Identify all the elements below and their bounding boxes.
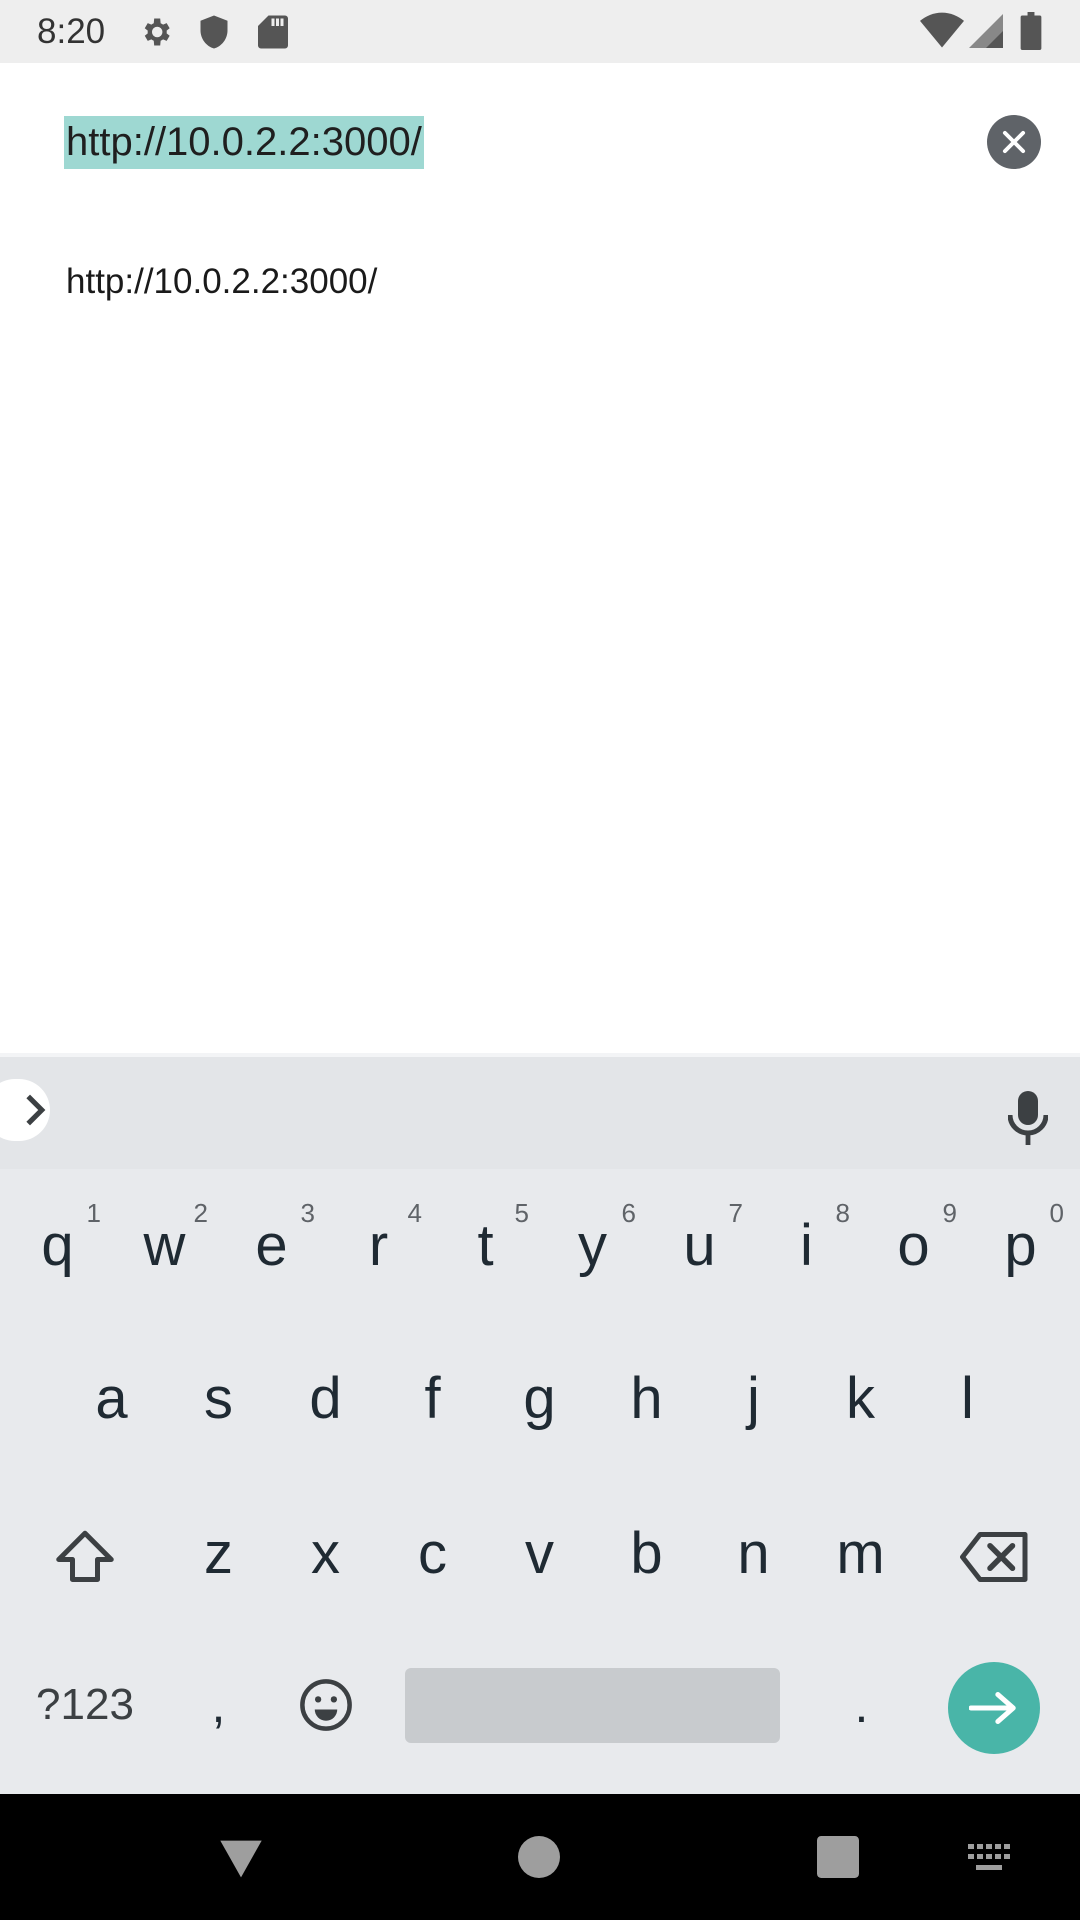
key-m[interactable]: m [807,1498,914,1608]
emoji-icon [299,1679,352,1731]
navigation-bar [0,1794,1080,1920]
signal-icon [969,14,1003,48]
key-i[interactable]: i8 [753,1190,860,1300]
key-label: h [630,1365,663,1431]
key-label: i [800,1212,813,1278]
key-label: n [737,1520,770,1586]
home-icon[interactable] [518,1836,560,1878]
key-k[interactable]: k [807,1343,914,1453]
recents-icon[interactable] [817,1836,859,1878]
key-label: l [961,1365,974,1431]
key-number-hint: 9 [942,1198,957,1228]
key-q[interactable]: q1 [4,1190,111,1300]
key-y[interactable]: y6 [539,1190,646,1300]
gear-icon [144,18,170,46]
key-w[interactable]: w2 [111,1190,218,1300]
key-label: v [525,1520,554,1586]
key-label: m [836,1520,885,1586]
key-label: f [424,1365,441,1431]
shield-icon [200,15,228,49]
wifi-icon [920,12,964,48]
url-entry-panel [0,63,1080,1053]
key-r[interactable]: r4 [325,1190,432,1300]
back-icon[interactable] [218,1838,264,1880]
clear-url-button[interactable] [987,115,1041,169]
key-g[interactable]: g [486,1343,593,1453]
key-a[interactable]: a [58,1343,165,1453]
key-z[interactable]: z [165,1498,272,1608]
shift-icon [56,1530,114,1582]
key-e[interactable]: e3 [218,1190,325,1300]
key-label: p [1004,1212,1037,1278]
key-label: e [255,1212,288,1278]
key-label: s [204,1365,233,1431]
url-suggestion[interactable]: http://10.0.2.2:3000/ [66,262,377,302]
key-t[interactable]: t5 [432,1190,539,1300]
keyboard-switch-icon[interactable] [968,1844,1012,1872]
key-j[interactable]: j [700,1343,807,1453]
status-time: 8:20 [37,12,106,51]
key-o[interactable]: o9 [860,1190,967,1300]
key-number-hint: 2 [193,1198,208,1228]
key-label: r [368,1212,389,1278]
period-key[interactable]: . [808,1665,915,1745]
battery-icon [1020,12,1042,50]
chevron-right-icon [26,1094,46,1126]
key-number-hint: 4 [407,1198,422,1228]
key-label: g [523,1365,556,1431]
key-label: a [95,1365,128,1431]
arrow-right-icon [969,1692,1016,1724]
key-n[interactable]: n [700,1498,807,1608]
comma-key[interactable]: , [165,1665,272,1745]
key-l[interactable]: l [914,1343,1021,1453]
sd-card-icon [258,15,288,49]
key-f[interactable]: f [379,1343,486,1453]
symbols-key[interactable]: ?123 [30,1665,140,1745]
key-number-hint: 7 [728,1198,743,1228]
key-label: b [630,1520,663,1586]
key-number-hint: 0 [1049,1198,1064,1228]
key-c[interactable]: c [379,1498,486,1608]
key-label: x [311,1520,340,1586]
key-label: k [846,1365,875,1431]
go-key[interactable] [948,1662,1040,1754]
space-key[interactable] [405,1668,780,1743]
key-d[interactable]: d [272,1343,379,1453]
key-h[interactable]: h [593,1343,700,1453]
key-label: z [204,1520,233,1586]
backspace-icon [960,1532,1028,1582]
keyboard-expand-button[interactable] [0,1079,50,1141]
key-label: w [143,1212,186,1278]
mic-icon[interactable] [1008,1091,1048,1147]
key-number-hint: 8 [835,1198,850,1228]
key-label: u [683,1212,716,1278]
key-label: t [477,1212,494,1278]
key-label: o [897,1212,930,1278]
keyboard-suggestion-strip [0,1057,1080,1169]
key-u[interactable]: u7 [646,1190,753,1300]
backspace-key[interactable] [940,1502,1050,1612]
status-bar: 8:20 [0,0,1080,63]
key-p[interactable]: p0 [967,1190,1074,1300]
key-v[interactable]: v [486,1498,593,1608]
key-label: j [747,1365,760,1431]
key-label: q [41,1212,74,1278]
close-icon [1002,130,1026,154]
url-input[interactable]: http://10.0.2.2:3000/ [64,116,424,169]
key-label: c [418,1520,447,1586]
key-b[interactable]: b [593,1498,700,1608]
key-number-hint: 3 [300,1198,315,1228]
key-s[interactable]: s [165,1343,272,1453]
key-number-hint: 6 [621,1198,636,1228]
emoji-key[interactable] [272,1665,379,1745]
key-label: y [578,1212,607,1278]
key-number-hint: 1 [86,1198,101,1228]
shift-key[interactable] [30,1502,140,1612]
key-label: d [309,1365,342,1431]
key-number-hint: 5 [514,1198,529,1228]
key-x[interactable]: x [272,1498,379,1608]
